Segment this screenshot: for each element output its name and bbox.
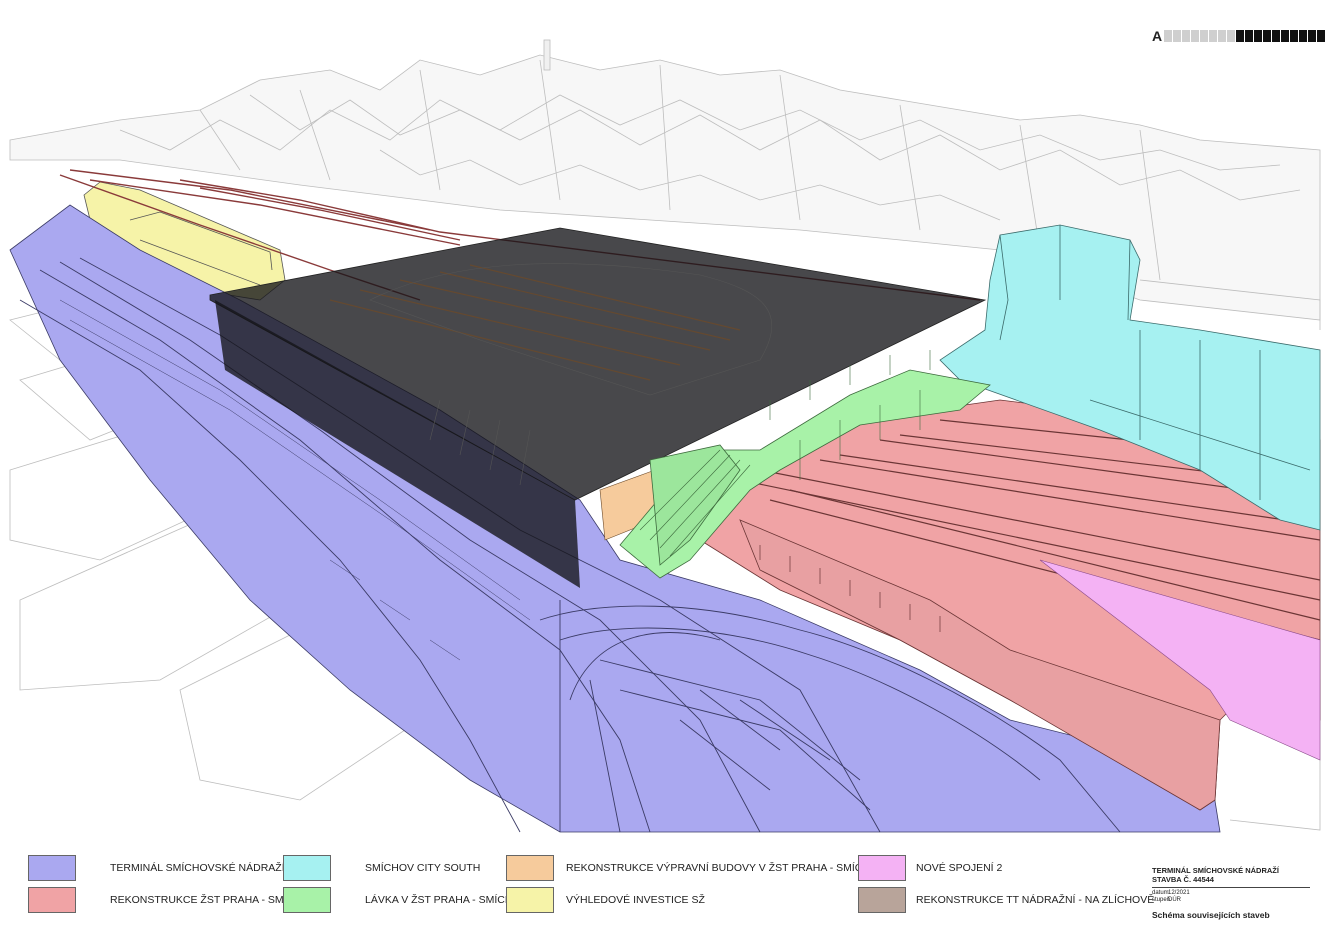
scale-cell: [1218, 30, 1227, 42]
scale-cell: [1236, 30, 1245, 42]
legend-label: VÝHLEDOVÉ INVESTICE SŽ: [566, 894, 705, 906]
legend-label: REKONSTRUKCE TT NÁDRAŽNÍ - NA ZLÍCHOVĚ: [916, 894, 1155, 906]
title-divider: [1152, 887, 1310, 888]
title-block: TERMINÁL SMÍCHOVSKÉ NÁDRAŽÍ STAVBA Č. 44…: [1152, 866, 1312, 920]
legend-label: LÁVKA V ŽST PRAHA - SMÍCHOV: [365, 894, 528, 906]
legend-swatch: [858, 887, 906, 913]
scale-bar: A: [1152, 28, 1326, 44]
project-scheme-3d-view: [9, 39, 1321, 833]
legend-swatch: [28, 887, 76, 913]
scale-cell: [1272, 30, 1281, 42]
scale-cell: [1191, 30, 1200, 42]
legend-item: SMÍCHOV CITY SOUTH: [283, 855, 480, 881]
date-value: 12/2021: [1168, 890, 1190, 896]
stage-value: DÚR: [1168, 897, 1181, 903]
scale-cell: [1200, 30, 1209, 42]
scale-cell: [1254, 30, 1263, 42]
legend-swatch: [858, 855, 906, 881]
legend: TERMINÁL SMÍCHOVSKÉ NÁDRAŽÍ REKONSTRUKCE…: [0, 840, 1333, 941]
legend-swatch: [28, 855, 76, 881]
scale-cell: [1182, 30, 1191, 42]
date-row: datum 12/2021: [1152, 890, 1312, 897]
scale-cell: [1317, 30, 1326, 42]
scale-cell: [1281, 30, 1290, 42]
legend-label: NOVÉ SPOJENÍ 2: [916, 862, 1003, 874]
scale-cell: [1263, 30, 1272, 42]
stage-row: stupeň DÚR: [1152, 897, 1312, 904]
scale-cell: [1290, 30, 1299, 42]
legend-item: TERMINÁL SMÍCHOVSKÉ NÁDRAŽÍ: [28, 855, 285, 881]
legend-item: NOVÉ SPOJENÍ 2: [858, 855, 1002, 881]
scale-cell: [1299, 30, 1308, 42]
legend-item: LÁVKA V ŽST PRAHA - SMÍCHOV: [283, 887, 528, 913]
legend-item: VÝHLEDOVÉ INVESTICE SŽ: [506, 887, 705, 913]
scale-cell: [1308, 30, 1317, 42]
legend-item: REKONSTRUKCE ŽST PRAHA - SMÍCHOV: [28, 887, 317, 913]
project-title: TERMINÁL SMÍCHOVSKÉ NÁDRAŽÍ: [1152, 866, 1279, 875]
scale-letter: A: [1152, 28, 1163, 44]
scale-cell: [1209, 30, 1218, 42]
scale-cell: [1227, 30, 1236, 42]
legend-item: REKONSTRUKCE TT NÁDRAŽNÍ - NA ZLÍCHOVĚ: [858, 887, 1154, 913]
legend-label: REKONSTRUKCE VÝPRAVNÍ BUDOVY V ŽST PRAHA…: [566, 862, 886, 874]
scale-cell: [1245, 30, 1254, 42]
scale-cells: [1164, 30, 1326, 42]
stage-key: stupeň: [1152, 897, 1171, 903]
legend-swatch: [283, 887, 331, 913]
legend-label: SMÍCHOV CITY SOUTH: [365, 862, 481, 874]
legend-swatch: [283, 855, 331, 881]
sheet-title: Schéma souvisejících staveb: [1152, 910, 1270, 920]
scale-cell: [1173, 30, 1182, 42]
legend-label: TERMINÁL SMÍCHOVSKÉ NÁDRAŽÍ: [110, 862, 285, 874]
project-number: STAVBA Č. 44544: [1152, 875, 1214, 884]
legend-swatch: [506, 887, 554, 913]
scale-cell: [1164, 30, 1173, 42]
legend-swatch: [506, 855, 554, 881]
date-key: datum: [1152, 890, 1169, 896]
legend-item: REKONSTRUKCE VÝPRAVNÍ BUDOVY V ŽST PRAHA…: [506, 855, 885, 881]
